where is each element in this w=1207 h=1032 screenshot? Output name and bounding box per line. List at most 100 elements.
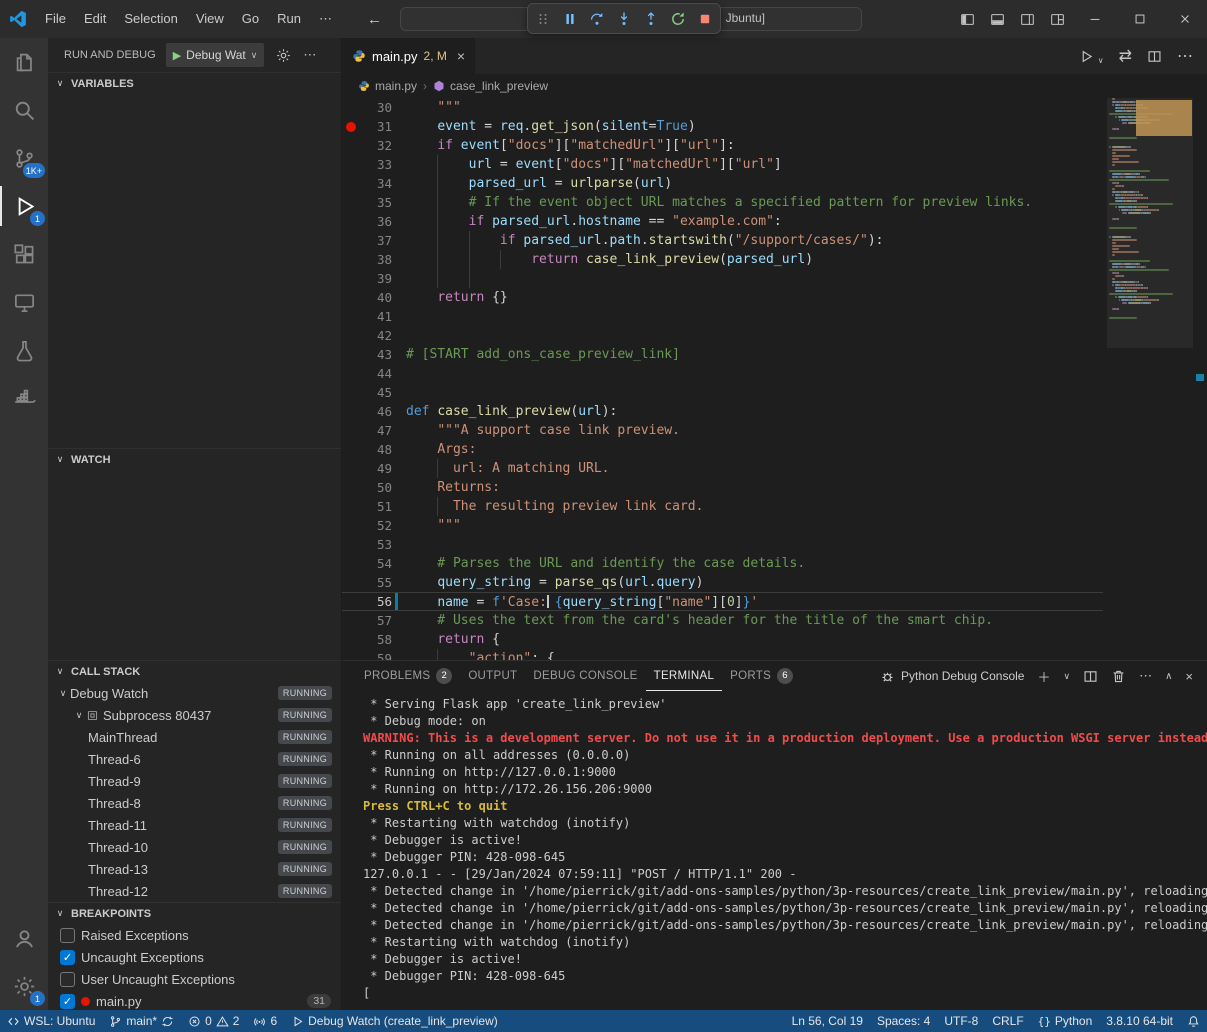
statusbar-language-mode[interactable]: {}Python xyxy=(1031,1010,1100,1032)
activity-extensions[interactable] xyxy=(0,230,48,278)
code-text[interactable] xyxy=(401,307,1103,326)
pause-icon[interactable] xyxy=(562,11,578,27)
statusbar-indentation[interactable]: Spaces: 4 xyxy=(870,1010,937,1032)
code-line-38[interactable]: 38 return case_link_preview(parsed_url) xyxy=(342,250,1103,269)
code-text[interactable] xyxy=(401,535,1103,554)
callstack-item[interactable]: Thread-13RUNNING xyxy=(48,858,341,880)
code-text[interactable]: query_string = parse_qs(url.query) xyxy=(401,573,1103,592)
restart-icon[interactable] xyxy=(670,11,686,27)
code-line-54[interactable]: 54 # Parses the URL and identify the cas… xyxy=(342,554,1103,573)
code-line-47[interactable]: 47 """A support case link preview. xyxy=(342,421,1103,440)
code-text[interactable]: Args: xyxy=(401,440,1103,459)
debug-settings-gear-icon[interactable] xyxy=(276,48,291,63)
toggle-sidebar-icon[interactable] xyxy=(952,0,982,38)
terminal-dropdown-chevron-icon[interactable]: ∨ xyxy=(1063,671,1070,682)
step-over-icon[interactable] xyxy=(589,11,605,27)
code-line-57[interactable]: 57 # Uses the text from the card's heade… xyxy=(342,611,1103,630)
activity-explorer[interactable] xyxy=(0,38,48,86)
code-text[interactable]: return case_link_preview(parsed_url) xyxy=(401,250,1103,269)
code-text[interactable]: The resulting preview link card. xyxy=(401,497,1103,516)
statusbar-cursor-position[interactable]: Ln 56, Col 19 xyxy=(785,1010,870,1032)
breakpoint-item[interactable]: ✓Uncaught Exceptions xyxy=(48,946,341,968)
callstack-item[interactable]: ∨Debug WatchRUNNING xyxy=(48,682,341,704)
run-python-file-icon[interactable] xyxy=(1079,49,1094,64)
code-line-56[interactable]: 56 name = f'Case: {query_string["name"][… xyxy=(342,592,1103,611)
activity-run-and-debug[interactable]: 1 xyxy=(0,182,48,230)
code-text[interactable]: return { xyxy=(401,630,1103,649)
breakpoint-checkbox[interactable] xyxy=(60,928,75,943)
panel-tab-terminal[interactable]: TERMINAL xyxy=(646,661,723,691)
code-line-39[interactable]: 39 xyxy=(342,269,1103,288)
breadcrumb-item[interactable]: case_link_preview xyxy=(433,79,548,93)
callstack-item[interactable]: Thread-11RUNNING xyxy=(48,814,341,836)
minimize-button[interactable] xyxy=(1072,0,1117,38)
code-text[interactable]: name = f'Case: {query_string["name"][0]}… xyxy=(401,593,1103,610)
code-text[interactable]: # If the event object URL matches a spec… xyxy=(401,193,1103,212)
code-text[interactable] xyxy=(401,383,1103,402)
activity-settings[interactable]: 1 xyxy=(0,962,48,1010)
code-line-46[interactable]: 46def case_link_preview(url): xyxy=(342,402,1103,421)
open-changes-icon[interactable]: ⇄ xyxy=(1119,46,1132,66)
statusbar-forwarded-ports[interactable]: 6 xyxy=(246,1010,284,1032)
debug-start-icon[interactable]: ▶ xyxy=(173,49,181,62)
new-terminal-icon[interactable]: ＋ xyxy=(1037,667,1050,686)
code-text[interactable]: """ xyxy=(401,98,1103,117)
close-button[interactable] xyxy=(1162,0,1207,38)
code-line-34[interactable]: 34 parsed_url = urlparse(url) xyxy=(342,174,1103,193)
code-line-52[interactable]: 52 """ xyxy=(342,516,1103,535)
code-text[interactable]: def case_link_preview(url): xyxy=(401,402,1103,421)
menu-edit[interactable]: Edit xyxy=(75,0,115,38)
callstack-item[interactable]: Thread-6RUNNING xyxy=(48,748,341,770)
toggle-panel-icon[interactable] xyxy=(982,0,1012,38)
launch-config-select[interactable]: ▶ Debug Wat ∨ xyxy=(166,43,265,67)
tab-main-py[interactable]: main.py 2, M × xyxy=(342,38,476,74)
panel-tab-ports[interactable]: PORTS6 xyxy=(722,661,801,691)
code-line-48[interactable]: 48 Args: xyxy=(342,440,1103,459)
callstack-item[interactable]: Thread-12RUNNING xyxy=(48,880,341,902)
menu-run[interactable]: Run xyxy=(268,0,310,38)
panel-more-actions-icon[interactable]: ⋯ xyxy=(1139,668,1152,684)
code-line-33[interactable]: 33 url = event["docs"]["matchedUrl"]["ur… xyxy=(342,155,1103,174)
breakpoint-item[interactable]: User Uncaught Exceptions xyxy=(48,968,341,990)
callstack-item[interactable]: ∨Subprocess 80437RUNNING xyxy=(48,704,341,726)
callstack-item[interactable]: Thread-8RUNNING xyxy=(48,792,341,814)
split-terminal-icon[interactable] xyxy=(1083,669,1098,684)
activity-search[interactable] xyxy=(0,86,48,134)
callstack-section-header[interactable]: ∨ CALL STACK xyxy=(48,660,341,682)
code-line-40[interactable]: 40 return {} xyxy=(342,288,1103,307)
split-editor-icon[interactable] xyxy=(1147,49,1162,64)
breakpoints-section-header[interactable]: ∨ BREAKPOINTS xyxy=(48,902,341,924)
code-text[interactable] xyxy=(401,364,1103,383)
statusbar-notifications[interactable] xyxy=(1180,1010,1207,1032)
run-dropdown-chevron-icon[interactable]: ∨ xyxy=(1098,56,1104,65)
breakpoint-item[interactable]: Raised Exceptions xyxy=(48,924,341,946)
code-line-41[interactable]: 41 xyxy=(342,307,1103,326)
toggle-secondary-sidebar-icon[interactable] xyxy=(1012,0,1042,38)
code-line-37[interactable]: 37 if parsed_url.path.startswith("/suppo… xyxy=(342,231,1103,250)
code-text[interactable]: # Uses the text from the card's header f… xyxy=(401,611,1103,630)
nav-back-icon[interactable]: ← xyxy=(367,11,382,28)
code-text[interactable]: url: A matching URL. xyxy=(401,459,1103,478)
minimap[interactable] xyxy=(1107,98,1193,660)
code-line-59[interactable]: 59 "action": { xyxy=(342,649,1103,660)
maximize-button[interactable] xyxy=(1117,0,1162,38)
code-text[interactable]: parsed_url = urlparse(url) xyxy=(401,174,1103,193)
stop-icon[interactable] xyxy=(697,11,713,27)
callstack-item[interactable]: Thread-10RUNNING xyxy=(48,836,341,858)
variables-section-header[interactable]: ∨ VARIABLES xyxy=(48,72,341,94)
activity-source-control[interactable]: 1K+ xyxy=(0,134,48,182)
code-text[interactable]: if parsed_url.hostname == "example.com": xyxy=(401,212,1103,231)
code-text[interactable] xyxy=(401,269,1103,288)
code-text[interactable]: """A support case link preview. xyxy=(401,421,1103,440)
code-text[interactable]: event = req.get_json(silent=True) xyxy=(401,117,1103,136)
code-line-36[interactable]: 36 if parsed_url.hostname == "example.co… xyxy=(342,212,1103,231)
code-text[interactable]: """ xyxy=(401,516,1103,535)
code-text[interactable]: url = event["docs"]["matchedUrl"]["url"] xyxy=(401,155,1103,174)
statusbar-python-interpreter[interactable]: 3.8.10 64-bit xyxy=(1099,1010,1180,1032)
code-line-50[interactable]: 50 Returns: xyxy=(342,478,1103,497)
callstack-item[interactable]: Thread-9RUNNING xyxy=(48,770,341,792)
callstack-item[interactable]: MainThreadRUNNING xyxy=(48,726,341,748)
more-actions-icon[interactable]: ⋯ xyxy=(303,47,316,63)
activity-remote-explorer[interactable] xyxy=(0,278,48,326)
overview-ruler[interactable] xyxy=(1193,98,1207,660)
